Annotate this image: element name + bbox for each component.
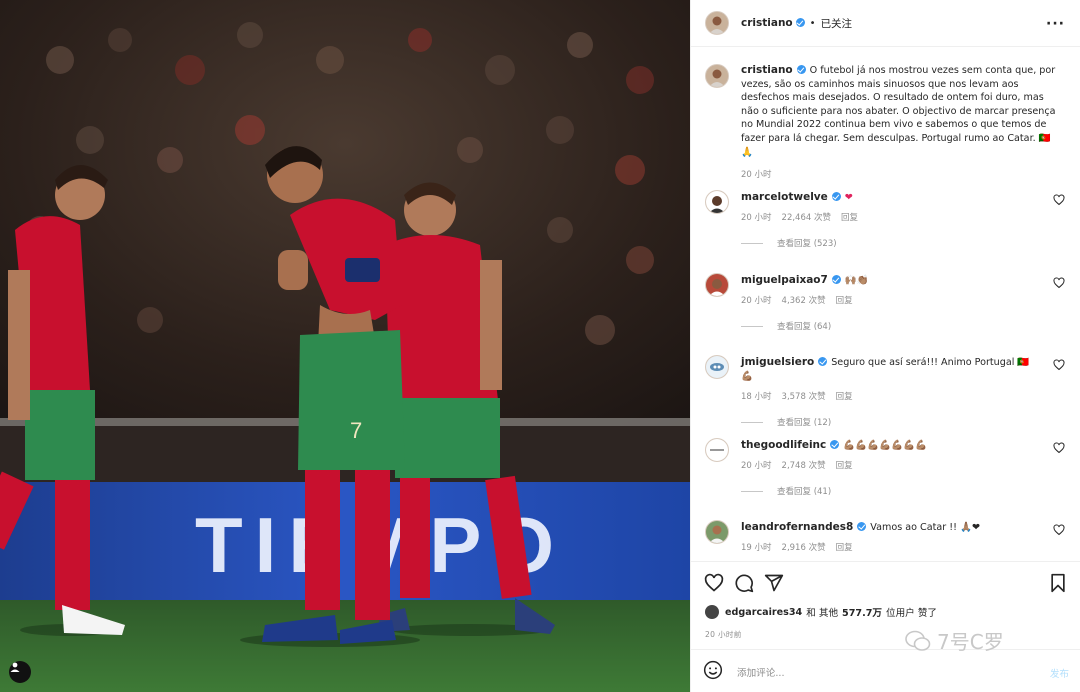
- instagram-post-view: TIEMPO: [0, 0, 1080, 692]
- follow-status-button[interactable]: 已关注: [821, 16, 853, 31]
- comment-time: 20 小时: [741, 296, 772, 306]
- caption-username[interactable]: cristiano: [741, 64, 793, 76]
- user-tag-icon[interactable]: [9, 661, 31, 683]
- comment-text: 🙌🏽👏🏽: [844, 275, 869, 286]
- comment-item: miguelpaixao7 🙌🏽👏🏽 20 小时 4,362 次赞 回复 查看回复 (…: [705, 273, 1065, 332]
- view-replies-button[interactable]: 查看回复 (41): [741, 485, 1041, 497]
- comment-username[interactable]: leandrofernandes8: [741, 521, 853, 533]
- post-details-panel: cristiano • 已关注 ··· cristiano O futebol j…: [690, 0, 1080, 692]
- author-avatar[interactable]: [705, 11, 729, 35]
- comment-item: thegoodlifeinc 💪🏽💪🏽💪🏽💪🏽💪🏽💪🏽💪🏽 20 小时 2,748 …: [705, 438, 1065, 497]
- comment-like-heart-icon[interactable]: [1053, 194, 1065, 206]
- reply-button[interactable]: 回复: [841, 213, 858, 223]
- add-comment-bar: 添加评论... 发布: [691, 649, 1080, 692]
- author-username[interactable]: cristiano: [741, 17, 793, 29]
- post-photo-illustration: TIEMPO: [0, 0, 690, 692]
- post-timestamp: 20 小时前: [705, 630, 742, 639]
- comment-like-heart-icon[interactable]: [1053, 277, 1065, 289]
- post-header: cristiano • 已关注 ···: [691, 0, 1080, 47]
- emoji-icon[interactable]: [703, 660, 723, 684]
- likes-count[interactable]: 577.7万: [842, 605, 882, 619]
- view-replies-button[interactable]: 查看回复 (523): [741, 237, 1041, 249]
- author-avatar[interactable]: [705, 64, 729, 88]
- comment-like-count[interactable]: 22,464 次赞: [782, 213, 831, 223]
- view-replies-button[interactable]: 查看回复 (64): [741, 320, 1041, 332]
- verified-icon: [796, 64, 806, 74]
- view-replies-label: 查看回复 (64): [777, 322, 832, 332]
- comment-like-heart-icon[interactable]: [1053, 359, 1065, 371]
- reply-button[interactable]: 回复: [836, 543, 853, 553]
- comment-username[interactable]: marcelotwelve: [741, 191, 828, 203]
- comment-time: 20 小时: [741, 213, 772, 223]
- comment-item: leandrofernandes8 Vamos ao Catar !! 🙏🏽❤ 1…: [705, 520, 1065, 553]
- verified-icon: [830, 439, 840, 449]
- comment-like-count[interactable]: 3,578 次赞: [782, 392, 826, 402]
- comment-like-heart-icon[interactable]: [1053, 524, 1065, 536]
- comment-username[interactable]: thegoodlifeinc: [741, 439, 826, 451]
- verified-icon: [818, 356, 828, 366]
- more-icon[interactable]: ···: [1046, 16, 1065, 32]
- svg-text:7: 7: [350, 418, 362, 443]
- liker-username[interactable]: edgarcaires34: [725, 607, 802, 618]
- comment-icon[interactable]: [733, 572, 755, 594]
- share-icon[interactable]: [763, 572, 785, 594]
- view-replies-label: 查看回复 (12): [777, 418, 832, 428]
- comment-text: Vamos ao Catar !! 🙏🏽❤: [870, 522, 980, 533]
- post-photo[interactable]: TIEMPO: [0, 0, 690, 692]
- commenter-avatar[interactable]: [705, 190, 729, 214]
- post-actions: edgarcaires34 和 其他 577.7万 位用户 赞了 20 小时前 …: [691, 561, 1080, 692]
- verified-icon: [795, 17, 805, 27]
- comment-username[interactable]: miguelpaixao7: [741, 274, 828, 286]
- comment-text: 💪🏽💪🏽💪🏽💪🏽💪🏽💪🏽💪🏽: [843, 440, 927, 451]
- caption-text: O futebol já nos mostrou vezes sem conta…: [741, 65, 1056, 158]
- reply-button[interactable]: 回复: [836, 461, 853, 471]
- commenter-avatar[interactable]: [705, 273, 729, 297]
- watermark-text: 7号C罗: [937, 630, 1004, 654]
- verified-icon: [831, 274, 841, 284]
- verified-icon: [857, 521, 867, 531]
- comment-like-heart-icon[interactable]: [1053, 442, 1065, 454]
- post-comment-button[interactable]: 发布: [1050, 666, 1069, 680]
- commenter-avatar[interactable]: [705, 355, 729, 379]
- commenter-avatar[interactable]: [705, 520, 729, 544]
- comment-text: ❤: [844, 192, 853, 203]
- reply-button[interactable]: 回复: [836, 296, 853, 306]
- comment-item: jmiguelsiero Seguro que así será!!! Animo…: [705, 355, 1065, 428]
- caption-time: 20 小时: [741, 170, 772, 181]
- likes-connector: 和 其他: [806, 608, 839, 619]
- comment-like-count[interactable]: 2,916 次赞: [782, 543, 826, 553]
- view-replies-label: 查看回复 (41): [777, 487, 832, 497]
- comment-item: marcelotwelve ❤ 20 小时 22,464 次赞 回复 查看回复 (52…: [705, 190, 1065, 249]
- comment-time: 20 小时: [741, 461, 772, 471]
- comment-time: 19 小时: [741, 543, 772, 553]
- view-replies-button[interactable]: 查看回复 (12): [741, 416, 1041, 428]
- comment-time: 18 小时: [741, 392, 772, 402]
- comment-input[interactable]: 添加评论...: [737, 665, 785, 679]
- view-replies-label: 查看回复 (523): [777, 239, 837, 249]
- watermark: 7号C罗: [905, 626, 1004, 655]
- likes-summary[interactable]: edgarcaires34 和 其他 577.7万 位用户 赞了: [705, 605, 937, 619]
- heart-icon[interactable]: [703, 572, 725, 594]
- reply-button[interactable]: 回复: [836, 392, 853, 402]
- bookmark-icon[interactable]: [1047, 572, 1069, 594]
- separator-dot: •: [809, 17, 816, 29]
- verified-icon: [831, 191, 841, 201]
- comment-like-count[interactable]: 4,362 次赞: [782, 296, 826, 306]
- commenter-avatar[interactable]: [705, 438, 729, 462]
- post-caption: cristiano O futebol já nos mostrou vezes …: [705, 64, 1065, 180]
- comment-like-count[interactable]: 2,748 次赞: [782, 461, 826, 471]
- wechat-logo-icon: [905, 630, 931, 651]
- comment-username[interactable]: jmiguelsiero: [741, 356, 814, 368]
- liker-avatar[interactable]: [705, 605, 719, 619]
- likes-suffix: 位用户 赞了: [886, 608, 938, 619]
- comments-section[interactable]: cristiano O futebol já nos mostrou vezes …: [691, 48, 1080, 560]
